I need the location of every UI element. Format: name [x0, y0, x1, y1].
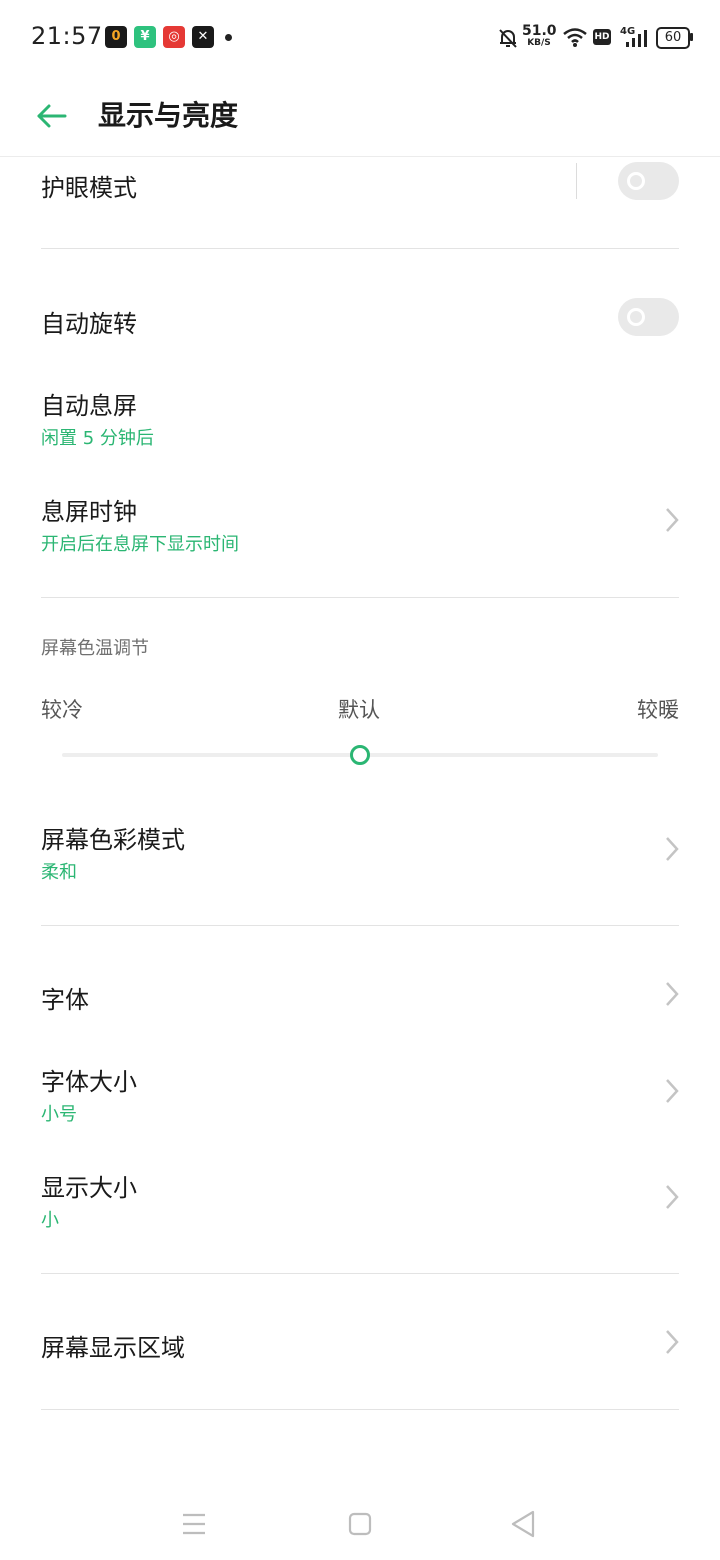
back-arrow-icon[interactable] — [32, 96, 72, 136]
notification-app-icon: ✕ — [192, 26, 214, 48]
status-time: 21:57 — [31, 22, 103, 50]
mute-bell-icon — [499, 29, 517, 48]
network-speed: 51.0 KB/S — [522, 23, 557, 48]
app-header: 显示与亮度 — [0, 76, 720, 156]
chevron-right-icon — [666, 1185, 679, 1209]
aod-clock-value: 开启后在息屏下显示时间 — [41, 534, 239, 555]
color-temp-slider-thumb[interactable] — [350, 745, 370, 765]
vertical-separator — [576, 163, 577, 199]
font-label: 字体 — [41, 986, 89, 1014]
notification-app-icon: 0 — [105, 26, 127, 48]
notification-app-icon: ◎ — [163, 26, 185, 48]
color-temp-section-label: 屏幕色温调节 — [41, 638, 149, 659]
chevron-right-icon — [666, 1079, 679, 1103]
color-temp-cool-label: 较冷 — [41, 698, 83, 722]
notification-app-icon: ¥ — [134, 26, 156, 48]
display-area-label: 屏幕显示区域 — [41, 1334, 185, 1362]
divider — [41, 1409, 679, 1410]
color-temp-warm-label: 较暖 — [637, 698, 679, 722]
home-icon[interactable] — [340, 1506, 380, 1542]
header-divider — [0, 156, 720, 157]
color-mode-label: 屏幕色彩模式 — [41, 826, 185, 854]
divider — [41, 597, 679, 598]
divider — [41, 248, 679, 249]
chevron-right-icon — [666, 982, 679, 1006]
menu-icon[interactable] — [174, 1506, 214, 1542]
eye-mode-label: 护眼模式 — [41, 174, 137, 202]
chevron-right-icon — [666, 508, 679, 532]
chevron-right-icon — [666, 837, 679, 861]
auto-rotate-toggle[interactable] — [618, 298, 679, 336]
auto-rotate-label: 自动旋转 — [41, 310, 137, 338]
screen-timeout-value: 闲置 5 分钟后 — [41, 428, 154, 449]
display-size-label: 显示大小 — [41, 1174, 137, 1202]
aod-clock-label: 息屏时钟 — [41, 498, 137, 526]
color-mode-value: 柔和 — [41, 862, 77, 883]
toggle-knob — [627, 172, 645, 190]
status-bar: 21:57 0 ¥ ◎ ✕ 51.0 KB/S HD 4G 60 — [0, 0, 720, 76]
divider — [41, 1273, 679, 1274]
display-size-value: 小 — [41, 1210, 59, 1231]
eye-mode-toggle[interactable] — [618, 162, 679, 200]
font-size-value: 小号 — [41, 1104, 77, 1125]
more-notifications-dot-icon — [225, 34, 232, 41]
screen-timeout-label: 自动息屏 — [41, 392, 137, 420]
back-triangle-icon[interactable] — [503, 1506, 543, 1542]
color-temp-default-label: 默认 — [338, 698, 380, 722]
page-title: 显示与亮度 — [98, 99, 239, 132]
wifi-icon — [563, 28, 587, 47]
toggle-knob — [627, 308, 645, 326]
font-size-label: 字体大小 — [41, 1068, 137, 1096]
hd-voice-icon: HD — [593, 29, 611, 45]
divider — [41, 925, 679, 926]
system-nav-bar — [0, 1490, 720, 1560]
battery-tip — [690, 33, 693, 41]
signal-icon — [626, 30, 647, 47]
battery-icon: 60 — [656, 27, 690, 49]
chevron-right-icon — [666, 1330, 679, 1354]
